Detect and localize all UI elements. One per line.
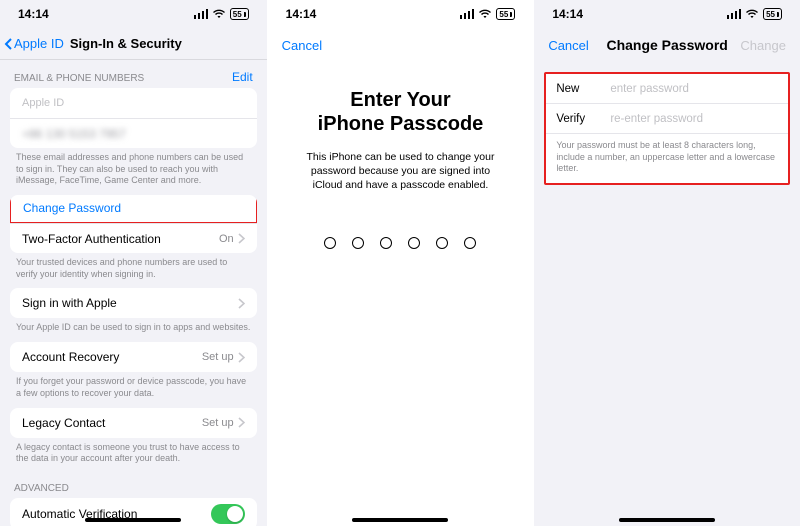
card-password-2fa: Change Password Two-Factor Authenticatio… [10,195,257,253]
row-change-password[interactable]: Change Password [10,195,257,224]
cellular-icon [727,9,741,19]
row-label: Apple ID [22,97,64,109]
status-bar: 14:14 55 [0,0,267,28]
change-button[interactable]: Change [730,38,786,53]
passcode-description: This iPhone can be used to change your p… [268,150,534,193]
passcode-dot [436,237,448,249]
home-indicator[interactable] [352,518,448,522]
edit-button[interactable]: Edit [232,70,253,84]
settings-scroll[interactable]: EMAIL & PHONE NUMBERS Edit Apple ID +86 … [0,60,267,526]
row-label: Two-Factor Authentication [22,232,161,246]
page-title: Change Password [604,37,730,53]
row-phone-number[interactable]: +86 130 5153 7957 [10,118,257,148]
nav-bar: Apple ID Sign-In & Security [0,28,267,60]
row-legacy-contact[interactable]: Legacy Contact Set up [10,408,257,438]
section-footer: These email addresses and phone numbers … [0,148,267,195]
row-value: Set up [202,351,234,363]
status-bar: 14:14 55 [268,0,534,28]
row-label: +86 130 5153 7957 [22,127,126,141]
row-value: Set up [202,417,234,429]
status-time: 14:14 [552,7,583,21]
status-time: 14:14 [286,7,317,21]
new-password-input[interactable]: enter password [610,83,689,95]
battery-icon: 55 [496,8,515,20]
card-email-phone: Apple ID +86 130 5153 7957 [10,88,257,148]
section-header-advanced: ADVANCED [0,473,267,498]
chevron-right-icon [238,352,245,363]
home-indicator[interactable] [85,518,181,522]
row-verify-password[interactable]: Verify re-enter password [546,104,788,134]
row-sign-in-with-apple[interactable]: Sign in with Apple [10,288,257,318]
section-header-email-phone: EMAIL & PHONE NUMBERS Edit [0,60,267,88]
passcode-dots[interactable] [268,237,534,249]
screen-signin-security: 14:14 55 Apple ID Sign-In & Security EMA… [0,0,267,526]
field-label: Verify [556,113,610,125]
passcode-dot [324,237,336,249]
screen-change-password: 14:14 55 Cancel Change Password Change N… [533,0,800,526]
passcode-dot [408,237,420,249]
back-label: Apple ID [14,36,64,51]
page-title: Sign-In & Security [70,36,182,51]
row-account-recovery[interactable]: Account Recovery Set up [10,342,257,372]
wifi-icon [745,9,759,19]
battery-icon: 55 [763,8,782,20]
card-siwa: Sign in with Apple [10,288,257,318]
passcode-dot [352,237,364,249]
row-label: Account Recovery [22,350,119,364]
back-button[interactable]: Apple ID [4,36,64,51]
row-new-password[interactable]: New enter password [546,74,788,104]
cancel-button[interactable]: Cancel [548,38,604,53]
chevron-right-icon [238,298,245,309]
chevron-left-icon [4,37,14,51]
chevron-right-icon [238,417,245,428]
chevron-right-icon [238,233,245,244]
card-legacy: Legacy Contact Set up [10,408,257,438]
status-bar: 14:14 55 [534,0,800,28]
status-time: 14:14 [18,7,49,21]
row-label: Change Password [23,201,121,215]
nav-bar: Cancel [268,28,534,62]
cellular-icon [194,9,208,19]
row-two-factor[interactable]: Two-Factor Authentication On [10,223,257,253]
section-footer: If you forget your password or device pa… [0,372,267,407]
form-area: New enter password Verify re-enter passw… [534,72,800,526]
section-footer: Your Apple ID can be used to sign in to … [0,318,267,342]
passcode-dot [380,237,392,249]
row-apple-id[interactable]: Apple ID [10,88,257,118]
section-header-label: EMAIL & PHONE NUMBERS [14,73,144,84]
row-label: Sign in with Apple [22,296,117,310]
cellular-icon [460,9,474,19]
passcode-title: Enter Your iPhone Passcode [268,88,534,136]
nav-bar: Cancel Change Password Change [534,28,800,62]
wifi-icon [478,9,492,19]
wifi-icon [212,9,226,19]
home-indicator[interactable] [619,518,715,522]
passcode-dot [464,237,476,249]
verify-password-input[interactable]: re-enter password [610,113,703,125]
toggle-on[interactable] [211,504,245,524]
card-recovery: Account Recovery Set up [10,342,257,372]
password-requirements: Your password must be at least 8 charact… [546,134,788,183]
section-footer: Your trusted devices and phone numbers a… [0,253,267,288]
row-label: Legacy Contact [22,416,105,430]
battery-icon: 55 [230,8,249,20]
field-label: New [556,83,610,95]
section-header-label: ADVANCED [14,483,69,494]
password-form: New enter password Verify re-enter passw… [544,72,790,185]
section-footer: A legacy contact is someone you trust to… [0,438,267,473]
screen-enter-passcode: 14:14 55 Cancel Enter Your iPhone Passco… [267,0,534,526]
cancel-button[interactable]: Cancel [282,38,322,53]
row-value: On [219,233,234,245]
